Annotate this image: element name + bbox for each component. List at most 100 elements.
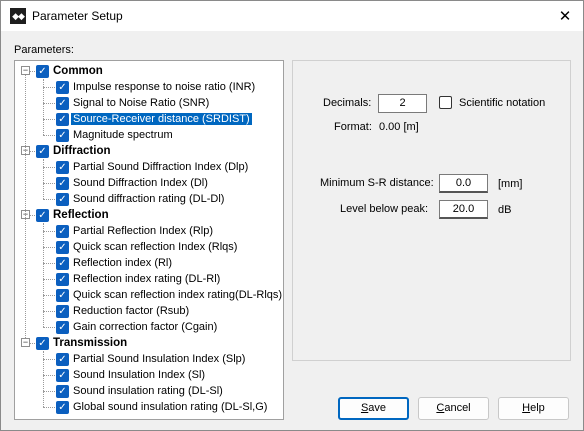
checkbox-checked-icon[interactable]: ✓ xyxy=(36,208,49,222)
tree-item-label: Partial Sound Diffraction Index (Dlp) xyxy=(73,161,249,173)
tree-item-label: Sound diffraction rating (DL-Dl) xyxy=(73,193,225,205)
checkbox-checked-icon[interactable]: ✓ xyxy=(56,224,69,238)
tree-item[interactable]: ✓ Reflection index (Rl) xyxy=(56,255,172,271)
scientific-notation-label: Scientific notation xyxy=(459,97,546,109)
checkbox-checked-icon[interactable]: ✓ xyxy=(36,64,49,78)
tree-item-label: Quick scan reflection Index (Rlqs) xyxy=(73,241,238,253)
tree-item-label: Partial Reflection Index (Rlp) xyxy=(73,225,214,237)
parameters-label: Parameters: xyxy=(14,44,74,56)
tree-item-label: Magnitude spectrum xyxy=(73,129,173,141)
tree-group-label: Diffraction xyxy=(53,145,111,157)
parameter-setup-dialog: ◆◆ Parameter Setup ✕ Parameters: − ✓ Commo… xyxy=(0,0,584,431)
tree-item[interactable]: ✓ Partial Sound Diffraction Index (Dlp) xyxy=(56,159,248,175)
tree-item[interactable]: ✓ Quick scan reflection index rating(DL-R… xyxy=(56,287,282,303)
checkbox-checked-icon[interactable]: ✓ xyxy=(36,144,49,158)
tree-connector xyxy=(43,223,44,327)
save-button[interactable]: Save xyxy=(338,397,409,420)
checkbox-checked-icon[interactable]: ✓ xyxy=(56,176,69,190)
checkbox-checked-icon[interactable]: ✓ xyxy=(56,288,69,302)
checkbox-checked-icon[interactable]: ✓ xyxy=(56,272,69,286)
level-below-peak-label: Level below peak: xyxy=(340,203,429,215)
tree-group-common[interactable]: ✓ Common xyxy=(36,63,103,79)
checkbox-checked-icon[interactable]: ✓ xyxy=(56,320,69,334)
checkbox-checked-icon[interactable]: ✓ xyxy=(56,240,69,254)
level-below-peak-unit: dB xyxy=(498,204,512,216)
tree-connector xyxy=(43,183,55,184)
tree-item-label: Reflection index rating (DL-Rl) xyxy=(73,273,221,285)
tree-connector xyxy=(43,311,55,312)
checkbox-checked-icon[interactable]: ✓ xyxy=(56,352,69,366)
tree-item-label: Reflection index (Rl) xyxy=(73,257,173,269)
tree-item[interactable]: ✓ Magnitude spectrum xyxy=(56,127,173,143)
tree-item[interactable]: ✓ Partial Reflection Index (Rlp) xyxy=(56,223,213,239)
tree-item-label: Reduction factor (Rsub) xyxy=(73,305,190,317)
checkbox-checked-icon[interactable]: ✓ xyxy=(56,128,69,142)
close-icon[interactable]: ✕ xyxy=(555,6,575,26)
tree-item-label: Global sound insulation rating (DL-Sl,G) xyxy=(73,401,268,413)
save-label-rest: ave xyxy=(368,402,387,414)
tree-item[interactable]: ✓ Gain correction factor (Cgain) xyxy=(56,319,217,335)
tree-group-reflection[interactable]: ✓ Reflection xyxy=(36,207,109,223)
tree-group-label: Transmission xyxy=(53,337,128,349)
tree-item-label: Sound Diffraction Index (Dl) xyxy=(73,177,208,189)
tree-item[interactable]: ✓ Sound Insulation Index (Sl) xyxy=(56,367,205,383)
tree-item[interactable]: ✓ Signal to Noise Ratio (SNR) xyxy=(56,95,209,111)
format-value: 0.00 [m] xyxy=(379,121,419,133)
tree-item[interactable]: ✓ Reduction factor (Rsub) xyxy=(56,303,189,319)
tree-item[interactable]: ✓ Sound insulation rating (DL-Sl) xyxy=(56,383,223,399)
checkbox-checked-icon[interactable]: ✓ xyxy=(56,400,69,414)
tree-item[interactable]: ✓ Sound Diffraction Index (Dl) xyxy=(56,175,208,191)
min-sr-distance-label: Minimum S-R distance: xyxy=(320,177,434,189)
collapse-expander-icon[interactable]: − xyxy=(21,338,30,347)
tree-item-label: Partial Sound Insulation Index (Slp) xyxy=(73,353,246,365)
checkbox-checked-icon[interactable]: ✓ xyxy=(56,384,69,398)
tree-group-label: Common xyxy=(53,65,103,77)
tree-group-transmission[interactable]: ✓ Transmission xyxy=(36,335,127,351)
tree-connector xyxy=(43,391,55,392)
min-sr-distance-field[interactable]: 0.0 xyxy=(439,174,488,193)
tree-connector xyxy=(43,87,55,88)
tree-connector xyxy=(43,359,55,360)
tree-item[interactable]: ✓ Sound diffraction rating (DL-Dl) xyxy=(56,191,224,207)
tree-connector xyxy=(43,247,55,248)
scientific-notation-checkbox[interactable] xyxy=(439,96,452,109)
parameters-tree[interactable]: − ✓ Common ✓ Impulse response to noise ratio… xyxy=(14,60,284,420)
help-button[interactable]: Help xyxy=(498,397,569,420)
tree-item-label: Sound insulation rating (DL-Sl) xyxy=(73,385,223,397)
level-below-peak-field[interactable]: 20.0 xyxy=(439,200,488,219)
tree-item[interactable]: ✓ Reflection index rating (DL-Rl) xyxy=(56,271,220,287)
checkbox-checked-icon[interactable]: ✓ xyxy=(56,192,69,206)
tree-item-label: Impulse response to noise ratio (INR) xyxy=(73,81,256,93)
tree-connector xyxy=(43,167,55,168)
window-title: Parameter Setup xyxy=(32,9,123,23)
checkbox-checked-icon[interactable]: ✓ xyxy=(56,96,69,110)
checkbox-checked-icon[interactable]: ✓ xyxy=(56,256,69,270)
tree-item[interactable]: ✓ Partial Sound Insulation Index (Slp) xyxy=(56,351,245,367)
tree-connector xyxy=(43,199,55,200)
cancel-label-rest: ancel xyxy=(444,402,471,414)
tree-connector xyxy=(43,279,55,280)
collapse-expander-icon[interactable]: − xyxy=(21,66,30,75)
tree-connector xyxy=(43,159,44,199)
tree-item[interactable]: ✓ Impulse response to noise ratio (INR) xyxy=(56,79,255,95)
checkbox-checked-icon[interactable]: ✓ xyxy=(56,304,69,318)
tree-connector xyxy=(43,79,44,135)
cancel-button[interactable]: Cancel xyxy=(418,397,489,420)
checkbox-checked-icon[interactable]: ✓ xyxy=(56,368,69,382)
tree-connector xyxy=(25,75,26,338)
checkbox-checked-icon[interactable]: ✓ xyxy=(56,160,69,174)
checkbox-checked-icon[interactable]: ✓ xyxy=(56,112,69,126)
checkbox-checked-icon[interactable]: ✓ xyxy=(36,336,49,350)
tree-item[interactable]: ✓ Global sound insulation rating (DL-Sl,G… xyxy=(56,399,267,415)
tree-item[interactable]: ✓ Quick scan reflection Index (Rlqs) xyxy=(56,239,237,255)
tree-connector xyxy=(43,375,55,376)
tree-group-diffraction[interactable]: ✓ Diffraction xyxy=(36,143,111,159)
checkbox-checked-icon[interactable]: ✓ xyxy=(56,80,69,94)
decimals-field[interactable]: 2 xyxy=(378,94,427,113)
help-mnemonic: H xyxy=(522,402,531,414)
tree-item-label: Gain correction factor (Cgain) xyxy=(73,321,218,333)
tree-connector xyxy=(30,151,35,152)
tree-connector xyxy=(43,263,55,264)
app-icon: ◆◆ xyxy=(10,8,26,24)
tree-item[interactable]: ✓ Source-Receiver distance (SRDIST) xyxy=(56,111,252,127)
